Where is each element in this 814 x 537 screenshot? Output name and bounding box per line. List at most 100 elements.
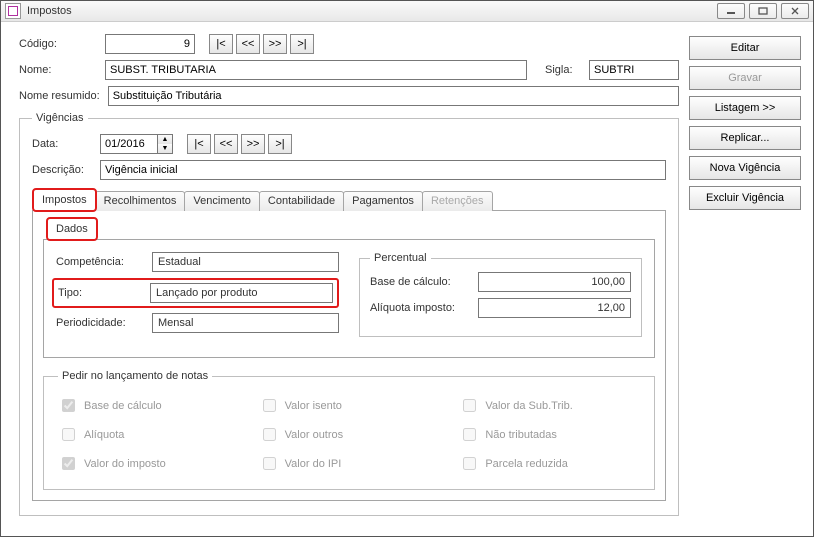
label-tipo: Tipo:: [56, 287, 142, 299]
input-sigla[interactable]: [589, 60, 679, 80]
checkbox-base-calculo[interactable]: [62, 399, 75, 412]
input-codigo[interactable]: [105, 34, 195, 54]
window-buttons: [717, 3, 809, 19]
label-nome: Nome:: [19, 64, 97, 76]
row-nome-resumido: Nome resumido:: [19, 86, 679, 106]
chk-label: Não tributadas: [485, 429, 557, 441]
label-periodicidade: Periodicidade:: [56, 317, 144, 329]
kv-periodicidade: Periodicidade: Mensal: [56, 313, 339, 333]
tab-contabilidade[interactable]: Contabilidade: [259, 191, 344, 211]
kv-tipo: Tipo: Lançado por produto: [52, 278, 339, 308]
vig-nav-first-button[interactable]: |<: [187, 134, 211, 154]
label-aliquota: Alíquota imposto:: [370, 302, 470, 314]
vig-nav-prev-button[interactable]: <<: [214, 134, 238, 154]
checkbox-valor-isento[interactable]: [263, 399, 276, 412]
nav-last-button[interactable]: >|: [290, 34, 314, 54]
group-percentual: Percentual Base de cálculo: 100,00 Alíqu…: [359, 252, 642, 337]
chk-valor-isento[interactable]: Valor isento: [259, 396, 440, 415]
btn-excluir-vigencia[interactable]: Excluir Vigência: [689, 186, 801, 210]
chk-label: Base de cálculo: [84, 400, 162, 412]
value-base: 100,00: [478, 272, 631, 292]
btn-replicar[interactable]: Replicar...: [689, 126, 801, 150]
chk-label: Parcela reduzida: [485, 458, 568, 470]
titlebar: Impostos: [1, 1, 813, 22]
input-nome-resumido[interactable]: [108, 86, 679, 106]
nav-prev-button[interactable]: <<: [236, 34, 260, 54]
checkbox-valor-outros[interactable]: [263, 428, 276, 441]
window-title: Impostos: [27, 5, 72, 17]
tab-impostos[interactable]: Impostos: [33, 189, 96, 211]
chk-label: Valor outros: [285, 429, 344, 441]
vig-nav-last-button[interactable]: >|: [268, 134, 292, 154]
kv-competencia: Competência: Estadual: [56, 252, 339, 272]
minimize-button[interactable]: [717, 3, 745, 19]
chk-valor-subtrib[interactable]: Valor da Sub.Trib.: [459, 396, 640, 415]
value-competencia: Estadual: [152, 252, 339, 272]
nav-vigencia: |< << >> >|: [187, 134, 292, 154]
row-nome: Nome: Sigla:: [19, 60, 679, 80]
btn-gravar: Gravar: [689, 66, 801, 90]
legend-vigencias: Vigências: [32, 112, 88, 124]
chk-valor-ipi[interactable]: Valor do IPI: [259, 454, 440, 473]
main-tabs: Impostos Recolhimentos Vencimento Contab…: [32, 189, 666, 211]
sub-tabs: Dados: [43, 218, 655, 240]
value-aliquota: 12,00: [478, 298, 631, 318]
close-button[interactable]: [781, 3, 809, 19]
chk-nao-tributadas[interactable]: Não tributadas: [459, 425, 640, 444]
spinner-vigencia-data: ▲ ▼: [100, 134, 173, 154]
tab-pagamentos[interactable]: Pagamentos: [343, 191, 423, 211]
chk-label: Valor isento: [285, 400, 342, 412]
checkbox-valor-ipi[interactable]: [263, 457, 276, 470]
value-tipo: Lançado por produto: [150, 283, 333, 303]
btn-listagem[interactable]: Listagem >>: [689, 96, 801, 120]
nav-first-button[interactable]: |<: [209, 34, 233, 54]
label-base: Base de cálculo:: [370, 276, 470, 288]
tab-vencimento[interactable]: Vencimento: [184, 191, 259, 211]
row-vigencia-descricao: Descrição:: [32, 160, 666, 180]
checkbox-aliquota[interactable]: [62, 428, 75, 441]
label-vigencia-data: Data:: [32, 138, 92, 150]
legend-pedir-notas: Pedir no lançamento de notas: [58, 370, 212, 382]
chk-valor-imposto[interactable]: Valor do imposto: [58, 454, 239, 473]
spinner-up-button[interactable]: ▲: [158, 135, 172, 144]
nav-next-button[interactable]: >>: [263, 34, 287, 54]
tabpanel-impostos: Dados Competência: Estadual Tipo: Lançad…: [32, 210, 666, 501]
app-icon: [5, 3, 21, 19]
subtab-dados[interactable]: Dados: [47, 218, 97, 240]
chk-valor-outros[interactable]: Valor outros: [259, 425, 440, 444]
checkbox-parcela-reduzida[interactable]: [463, 457, 476, 470]
kv-aliquota: Alíquota imposto: 12,00: [370, 298, 631, 318]
chk-base-calculo[interactable]: Base de cálculo: [58, 396, 239, 415]
legend-percentual: Percentual: [370, 252, 431, 264]
subpanel-dados: Competência: Estadual Tipo: Lançado por …: [43, 239, 655, 358]
checkbox-nao-tributadas[interactable]: [463, 428, 476, 441]
kv-base: Base de cálculo: 100,00: [370, 272, 631, 292]
tab-recolhimentos[interactable]: Recolhimentos: [95, 191, 186, 211]
nav-codigo: |< << >> >|: [209, 34, 314, 54]
checkbox-valor-subtrib[interactable]: [463, 399, 476, 412]
input-vigencia-descricao[interactable]: [100, 160, 666, 180]
label-competencia: Competência:: [56, 256, 144, 268]
chk-parcela-reduzida[interactable]: Parcela reduzida: [459, 454, 640, 473]
label-sigla: Sigla:: [545, 64, 581, 76]
side-buttons: Editar Gravar Listagem >> Replicar... No…: [689, 34, 801, 524]
chk-label: Valor do IPI: [285, 458, 342, 470]
label-codigo: Código:: [19, 38, 97, 50]
chk-label: Alíquota: [84, 429, 124, 441]
input-nome[interactable]: [105, 60, 527, 80]
spinner-down-button[interactable]: ▼: [158, 144, 172, 153]
btn-nova-vigencia[interactable]: Nova Vigência: [689, 156, 801, 180]
btn-editar[interactable]: Editar: [689, 36, 801, 60]
label-vigencia-descricao: Descrição:: [32, 164, 92, 176]
chk-label: Valor da Sub.Trib.: [485, 400, 572, 412]
chk-aliquota[interactable]: Alíquota: [58, 425, 239, 444]
vig-nav-next-button[interactable]: >>: [241, 134, 265, 154]
checkbox-valor-imposto[interactable]: [62, 457, 75, 470]
input-vigencia-data[interactable]: [100, 134, 158, 154]
group-vigencias: Vigências Data: ▲ ▼ |< << >> >|: [19, 112, 679, 516]
row-vigencia-data: Data: ▲ ▼ |< << >> >|: [32, 134, 666, 154]
chk-label: Valor do imposto: [84, 458, 166, 470]
group-pedir-notas: Pedir no lançamento de notas Base de cál…: [43, 370, 655, 490]
tab-retencoes: Retenções: [422, 191, 493, 211]
maximize-button[interactable]: [749, 3, 777, 19]
